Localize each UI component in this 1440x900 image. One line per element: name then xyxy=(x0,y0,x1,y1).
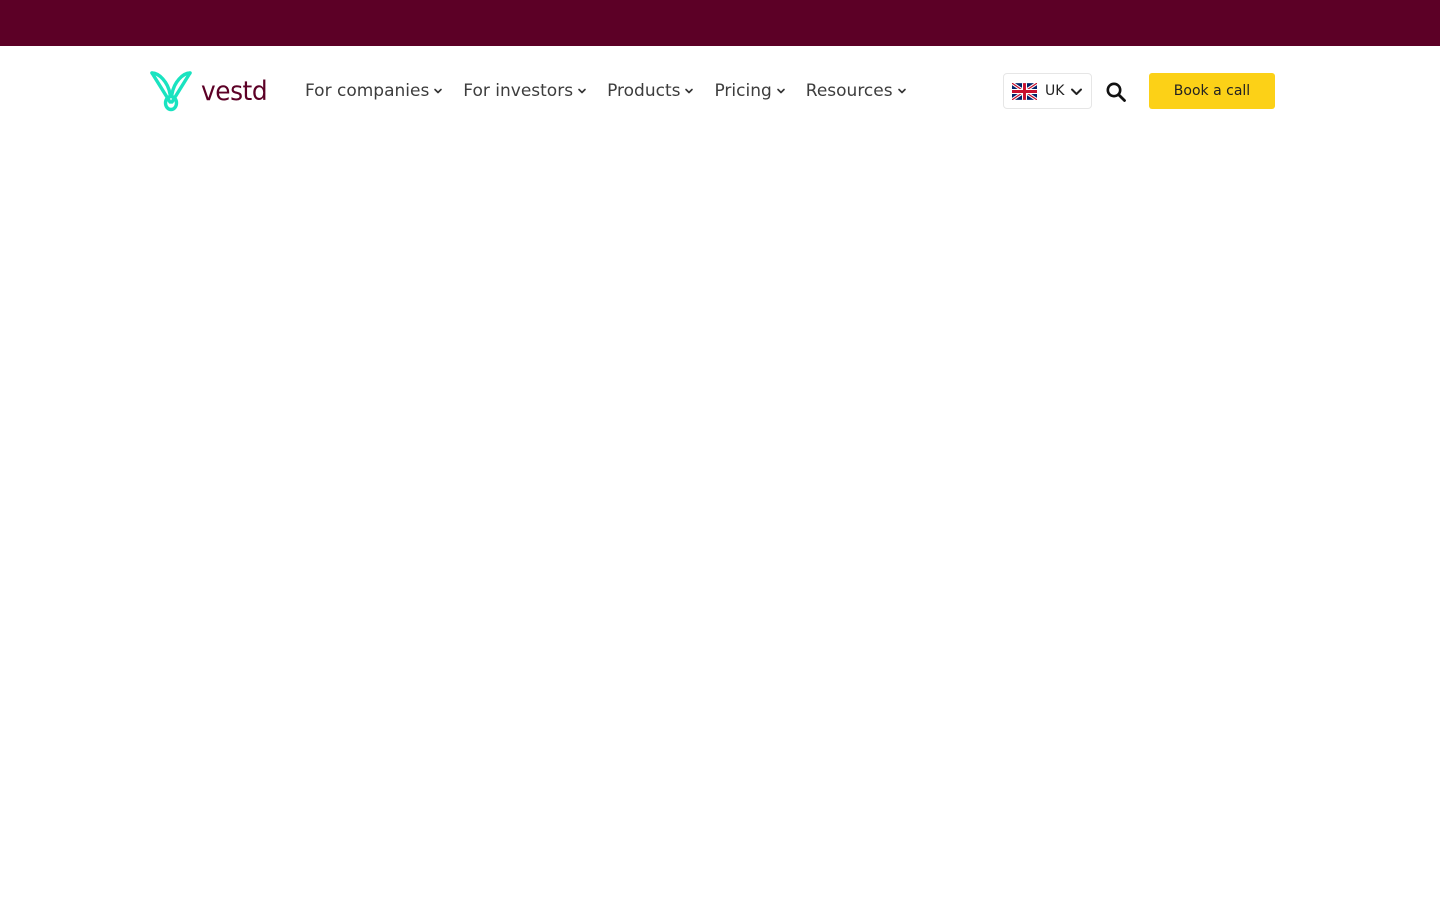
nav-item-pricing[interactable]: Pricing xyxy=(714,76,785,106)
region-label: UK xyxy=(1045,83,1065,99)
book-a-call-button[interactable]: Book a call xyxy=(1149,73,1275,109)
uk-flag-icon xyxy=(1012,82,1037,100)
nav-item-label: For companies xyxy=(305,80,430,101)
top-banner xyxy=(0,0,1440,46)
nav-item-resources[interactable]: Resources xyxy=(806,76,907,106)
nav-item-for-investors[interactable]: For investors xyxy=(463,76,587,106)
nav-item-label: Pricing xyxy=(714,80,772,101)
nav-item-label: For investors xyxy=(463,80,574,101)
nav-item-for-companies[interactable]: For companies xyxy=(305,76,443,106)
chevron-down-icon xyxy=(434,88,443,94)
main-nav: For companies For investors Products Pri… xyxy=(305,76,907,106)
search-icon xyxy=(1106,82,1126,102)
chevron-down-icon xyxy=(776,88,785,94)
region-selector[interactable]: UK xyxy=(1003,73,1092,109)
vestd-v-logo-icon xyxy=(150,71,192,112)
nav-item-label: Products xyxy=(607,80,681,101)
chevron-down-icon xyxy=(685,88,694,94)
site-header: vestd For companies For investors Produc… xyxy=(0,46,1440,136)
chevron-down-icon xyxy=(1071,88,1083,95)
nav-item-products[interactable]: Products xyxy=(607,76,694,106)
search-button[interactable] xyxy=(1105,81,1127,103)
brand-name: vestd xyxy=(201,75,268,107)
chevron-down-icon xyxy=(578,88,586,94)
vestd-logo[interactable]: vestd xyxy=(149,70,273,112)
chevron-down-icon xyxy=(897,88,906,94)
nav-item-label: Resources xyxy=(805,80,893,101)
main-content xyxy=(0,136,1440,900)
